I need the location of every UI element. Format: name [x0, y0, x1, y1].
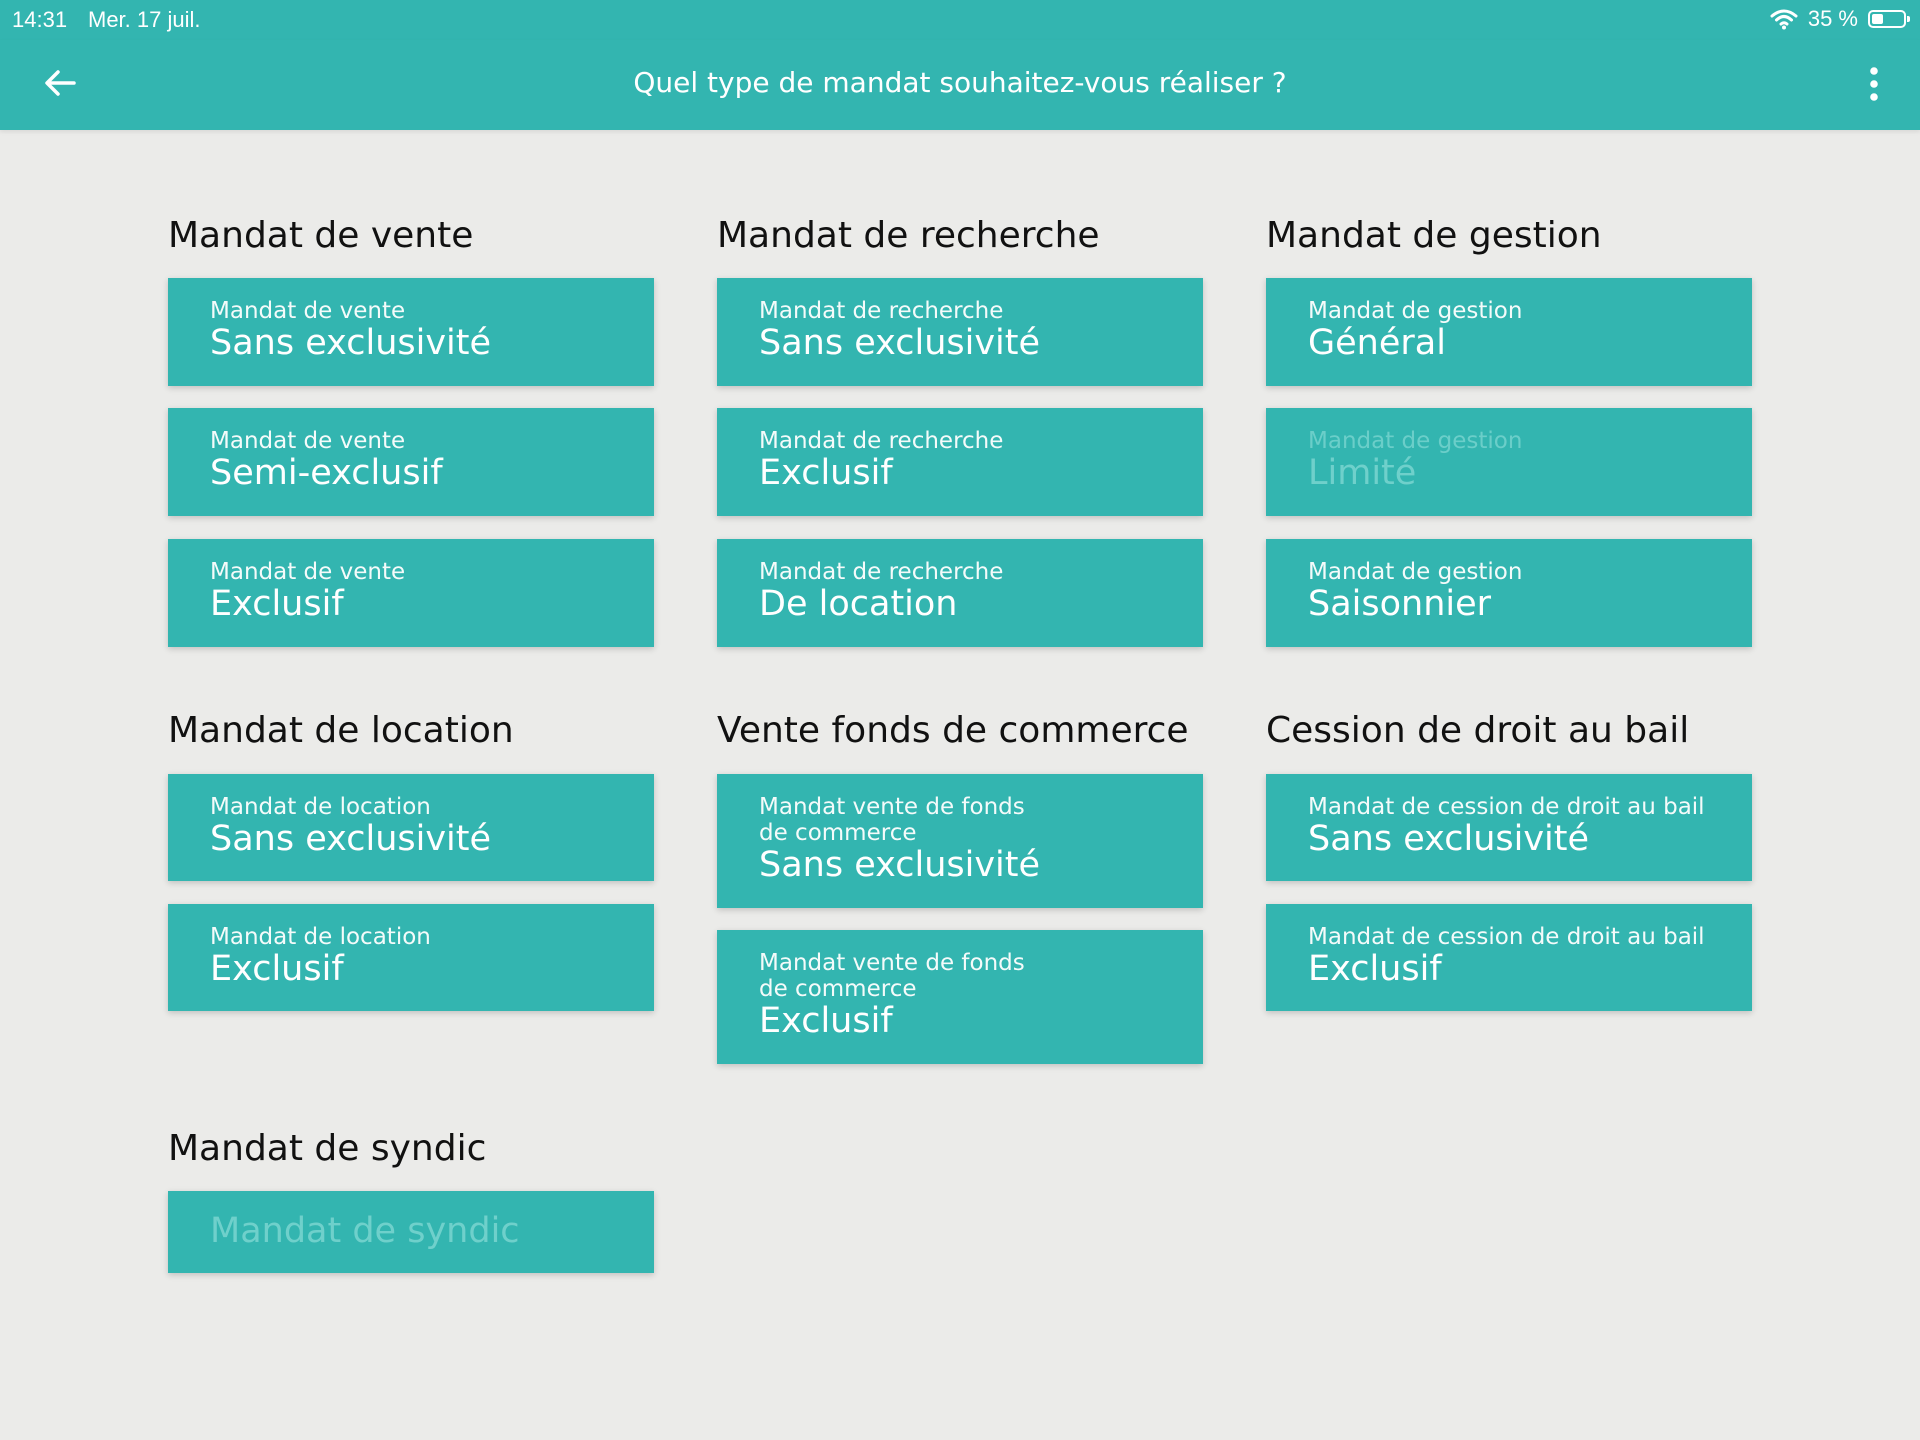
- card-location-sans-exclusivite[interactable]: Mandat de location Sans exclusivité: [168, 774, 654, 881]
- card-subtitle: Mandat de vente: [210, 559, 406, 585]
- card-label: Sans exclusivité: [759, 845, 1041, 885]
- more-vertical-icon: [1870, 67, 1878, 101]
- battery-tip: [1907, 16, 1910, 22]
- card-subtitle: Mandat de gestion: [1308, 428, 1523, 454]
- page-title: Quel type de mandat souhaitez-vous réali…: [633, 66, 1287, 99]
- card-label: Exclusif: [210, 949, 344, 989]
- card-vente-semi-exclusif[interactable]: Mandat de vente Semi-exclusif: [168, 408, 654, 516]
- card-subtitle: Mandat de cession de droit au bail: [1308, 924, 1705, 950]
- card-label: Sans exclusivité: [210, 323, 492, 363]
- card-vente-sans-exclusivite[interactable]: Mandat de vente Sans exclusivité: [168, 278, 654, 386]
- card-syndic: Mandat de syndic: [168, 1191, 654, 1273]
- section-title-gestion: Mandat de gestion: [1266, 215, 1602, 256]
- card-label: Exclusif: [210, 584, 344, 624]
- card-label: Exclusif: [759, 453, 893, 493]
- card-location-exclusif[interactable]: Mandat de location Exclusif: [168, 904, 654, 1011]
- status-date: Mer. 17 juil.: [88, 7, 201, 32]
- card-subtitle: Mandat vente de fonds de commerce: [759, 794, 1025, 846]
- card-label: Sans exclusivité: [210, 819, 492, 859]
- card-subtitle: Mandat de gestion: [1308, 298, 1523, 324]
- card-subtitle: Mandat de vente: [210, 298, 406, 324]
- card-label: Saisonnier: [1308, 584, 1492, 624]
- card-subtitle: Mandat de location: [210, 794, 431, 820]
- card-label: Semi-exclusif: [210, 453, 443, 493]
- card-label: Sans exclusivité: [1308, 819, 1590, 859]
- status-time: 14:31: [12, 7, 68, 32]
- more-options-button[interactable]: [1854, 62, 1894, 106]
- battery-fill: [1872, 14, 1883, 24]
- card-bail-exclusif[interactable]: Mandat de cession de droit au bail Exclu…: [1266, 904, 1752, 1011]
- section-title-vente: Mandat de vente: [168, 215, 474, 256]
- card-bail-sans-exclusivite[interactable]: Mandat de cession de droit au bail Sans …: [1266, 774, 1752, 881]
- card-label: Exclusif: [759, 1001, 893, 1041]
- card-recherche-exclusif[interactable]: Mandat de recherche Exclusif: [717, 408, 1203, 516]
- card-recherche-sans-exclusivite[interactable]: Mandat de recherche Sans exclusivité: [717, 278, 1203, 386]
- battery-percentage: 35 %: [1807, 6, 1858, 31]
- nav-bar: Quel type de mandat souhaitez-vous réali…: [0, 40, 1920, 130]
- section-title-bail: Cession de droit au bail: [1266, 710, 1690, 751]
- section-title-syndic: Mandat de syndic: [168, 1128, 487, 1169]
- card-gestion-saisonnier[interactable]: Mandat de gestion Saisonnier: [1266, 539, 1752, 647]
- status-indicators: 35 %: [1770, 6, 1910, 32]
- card-recherche-de-location[interactable]: Mandat de recherche De location: [717, 539, 1203, 647]
- battery-icon: [1868, 10, 1910, 28]
- wifi-icon: [1770, 9, 1798, 30]
- card-fonds-sans-exclusivite[interactable]: Mandat vente de fonds de commerce Sans e…: [717, 774, 1203, 908]
- card-label: Sans exclusivité: [759, 323, 1041, 363]
- card-label: Limité: [1308, 453, 1417, 493]
- card-subtitle: Mandat de recherche: [759, 428, 1004, 454]
- card-vente-exclusif[interactable]: Mandat de vente Exclusif: [168, 539, 654, 647]
- card-label: De location: [759, 584, 958, 624]
- card-subtitle: Mandat de location: [210, 924, 431, 950]
- card-gestion-limite: Mandat de gestion Limité: [1266, 408, 1752, 516]
- card-subtitle: Mandat de gestion: [1308, 559, 1523, 585]
- card-subtitle: Mandat de recherche: [759, 559, 1004, 585]
- card-label: Général: [1308, 323, 1446, 363]
- card-gestion-general[interactable]: Mandat de gestion Général: [1266, 278, 1752, 386]
- card-fonds-exclusif[interactable]: Mandat vente de fonds de commerce Exclus…: [717, 930, 1203, 1064]
- section-title-fonds: Vente fonds de commerce: [717, 710, 1189, 751]
- section-title-location: Mandat de location: [168, 710, 514, 751]
- card-label: Mandat de syndic: [210, 1211, 520, 1251]
- status-bar: 14:31 Mer. 17 juil. 35 %: [0, 0, 1920, 40]
- card-subtitle: Mandat de vente: [210, 428, 406, 454]
- card-subtitle: Mandat de recherche: [759, 298, 1004, 324]
- card-subtitle: Mandat vente de fonds de commerce: [759, 950, 1025, 1002]
- section-title-recherche: Mandat de recherche: [717, 215, 1100, 256]
- card-subtitle: Mandat de cession de droit au bail: [1308, 794, 1705, 820]
- card-label: Exclusif: [1308, 949, 1442, 989]
